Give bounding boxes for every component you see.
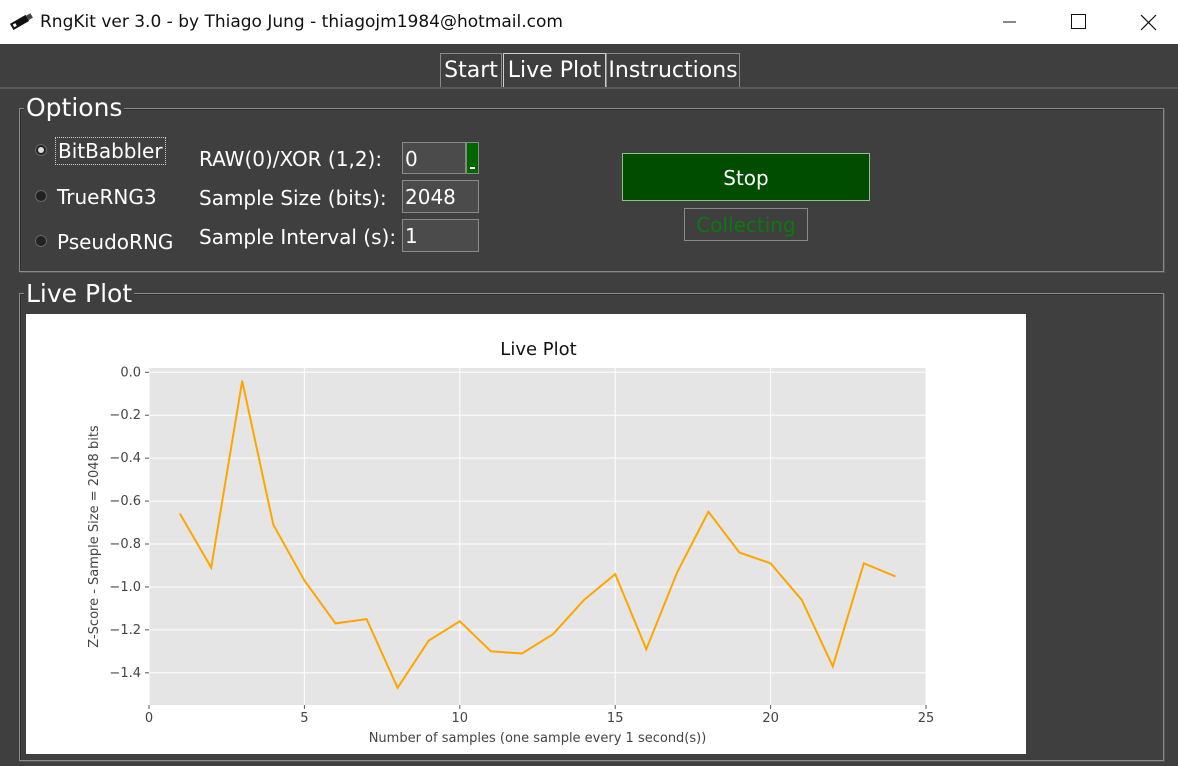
stop-button[interactable]: Stop	[622, 153, 870, 201]
radio-truerng3[interactable]	[35, 190, 47, 202]
radio-pseudorng-label[interactable]: PseudoRNG	[57, 229, 173, 255]
maximize-button[interactable]	[1045, 0, 1113, 44]
data-point	[583, 599, 585, 601]
y-tick-label: −0.4	[109, 451, 141, 466]
y-axis-label: Z-Score - Sample Size = 2048 bits	[87, 425, 102, 648]
x-tick-label: 0	[145, 711, 153, 726]
y-tick-label: −0.6	[109, 494, 141, 509]
sample-interval-input[interactable]: 1	[402, 219, 479, 252]
y-tick-label: −1.2	[109, 623, 141, 638]
radio-truerng3-label[interactable]: TrueRNG3	[57, 184, 157, 210]
data-point	[396, 687, 399, 689]
data-point	[769, 562, 772, 565]
live-plot-title: Live Plot	[24, 279, 135, 309]
chart-title: Live Plot	[500, 339, 576, 360]
data-point	[707, 511, 710, 513]
data-point	[303, 579, 306, 582]
data-point	[241, 380, 244, 382]
title-bar: RngKit ver 3.0 - by Thiago Jung - thiago…	[0, 0, 1178, 44]
minimize-button[interactable]	[975, 0, 1043, 44]
data-point	[210, 566, 212, 569]
data-point	[645, 648, 648, 650]
data-point	[459, 620, 461, 623]
options-frame	[19, 108, 1164, 272]
tab-instructions[interactable]: Instructions	[606, 53, 740, 87]
y-tick-label: −1.4	[109, 666, 141, 681]
radio-bitbabbler[interactable]	[35, 144, 47, 156]
x-axis-label: Number of samples (one sample every 1 se…	[369, 731, 707, 746]
y-tick-label: −0.8	[109, 537, 141, 552]
sample-size-label: Sample Size (bits):	[199, 186, 387, 210]
usb-stick-icon	[9, 13, 33, 30]
plot-canvas: 0 5 10 15 20 25 0.0 −0.2 −0.4 −0.6 −0.8 −1.0 −1.2 −1.…	[26, 314, 1026, 754]
status-label: Collecting	[684, 208, 808, 241]
data-point	[334, 622, 337, 625]
x-tick-label: 10	[452, 711, 469, 726]
data-point	[521, 652, 523, 655]
y-tick-label: −1.0	[109, 580, 141, 595]
data-point	[552, 633, 554, 635]
data-point	[490, 650, 492, 653]
sample-size-input[interactable]: 2048	[402, 180, 479, 213]
data-point	[179, 513, 181, 515]
window-title: RngKit ver 3.0 - by Thiago Jung - thiago…	[40, 12, 563, 32]
data-point	[831, 665, 834, 668]
radio-bitbabbler-label[interactable]: BitBabbler	[55, 137, 166, 165]
raw-xor-spinbox[interactable]: 0	[402, 142, 466, 174]
options-title: Options	[24, 93, 125, 123]
raw-xor-label: RAW(0)/XOR (1,2):	[199, 147, 383, 171]
tab-start[interactable]: Start	[440, 53, 502, 87]
data-point	[800, 599, 803, 601]
x-tick-label: 20	[762, 711, 779, 726]
minimize-icon	[1003, 21, 1016, 23]
x-tick-label: 5	[300, 711, 308, 726]
data-point	[738, 551, 741, 554]
close-button[interactable]	[1115, 0, 1178, 44]
x-tick-label: 25	[918, 711, 935, 726]
sample-interval-label: Sample Interval (s):	[199, 225, 397, 249]
data-point	[365, 618, 368, 620]
live-plot-chart: 0 5 10 15 20 25 0.0 −0.2 −0.4 −0.6 −0.8 −1.0 −1.2 −1.…	[87, 339, 935, 746]
radio-pseudorng[interactable]	[35, 235, 47, 247]
spinbox-arrow-icon[interactable]	[466, 142, 479, 174]
data-point	[676, 571, 679, 573]
tab-divider	[0, 87, 1178, 89]
tab-live-plot[interactable]: Live Plot	[503, 53, 606, 87]
data-point	[614, 573, 616, 575]
data-point	[863, 562, 865, 565]
close-icon	[1140, 14, 1157, 31]
y-tick-label: −0.2	[109, 408, 141, 423]
data-point	[272, 523, 275, 526]
maximize-icon	[1071, 14, 1086, 29]
x-tick-label: 15	[607, 711, 624, 726]
data-point	[894, 575, 896, 578]
plot-area	[149, 368, 926, 705]
y-tick-label: 0.0	[120, 365, 141, 380]
data-point	[427, 639, 430, 642]
